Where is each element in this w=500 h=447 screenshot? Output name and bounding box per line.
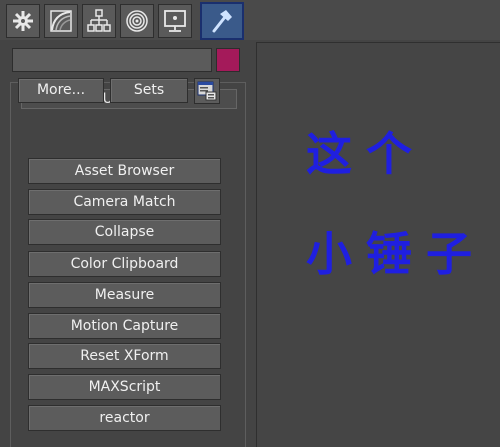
annotation-line-1: 这个 [306, 127, 426, 181]
motion-icon [126, 10, 148, 32]
utilities-hammer-icon [212, 10, 232, 33]
utility-motion-capture-button[interactable]: Motion Capture [28, 313, 221, 339]
more-button[interactable]: More... [18, 78, 104, 103]
annotation-line-2: 小锤子 [306, 227, 486, 281]
tab-hierarchy[interactable] [82, 4, 116, 38]
utility-asset-browser-button[interactable]: Asset Browser [28, 158, 221, 184]
utility-camera-match-button[interactable]: Camera Match [28, 189, 221, 215]
tab-create[interactable] [6, 4, 40, 38]
tab-modify[interactable] [44, 4, 78, 38]
configure-button-sets[interactable] [194, 78, 220, 104]
hierarchy-icon [87, 9, 111, 32]
modify-bend-icon [50, 10, 72, 32]
sets-button[interactable]: Sets [110, 78, 188, 103]
object-color-swatch[interactable] [216, 48, 240, 72]
command-panel-tabs [0, 0, 500, 40]
configure-sets-icon [197, 81, 217, 101]
utility-maxscript-button[interactable]: MAXScript [28, 374, 221, 400]
utility-reset-xform-button[interactable]: Reset XForm [28, 343, 221, 369]
display-monitor-icon [164, 10, 186, 32]
tab-display[interactable] [158, 4, 192, 38]
utility-color-clipboard-button[interactable]: Color Clipboard [28, 251, 221, 277]
utility-reactor-button[interactable]: reactor [28, 405, 221, 431]
max-command-panel-screenshot: - Utilities More... Sets Asset Browser C… [0, 0, 500, 447]
object-name-field[interactable] [12, 48, 212, 72]
utility-measure-button[interactable]: Measure [28, 282, 221, 308]
utility-collapse-button[interactable]: Collapse [28, 219, 221, 245]
tab-motion[interactable] [120, 4, 154, 38]
create-gear-icon [13, 11, 33, 31]
tab-utilities[interactable] [200, 2, 244, 40]
